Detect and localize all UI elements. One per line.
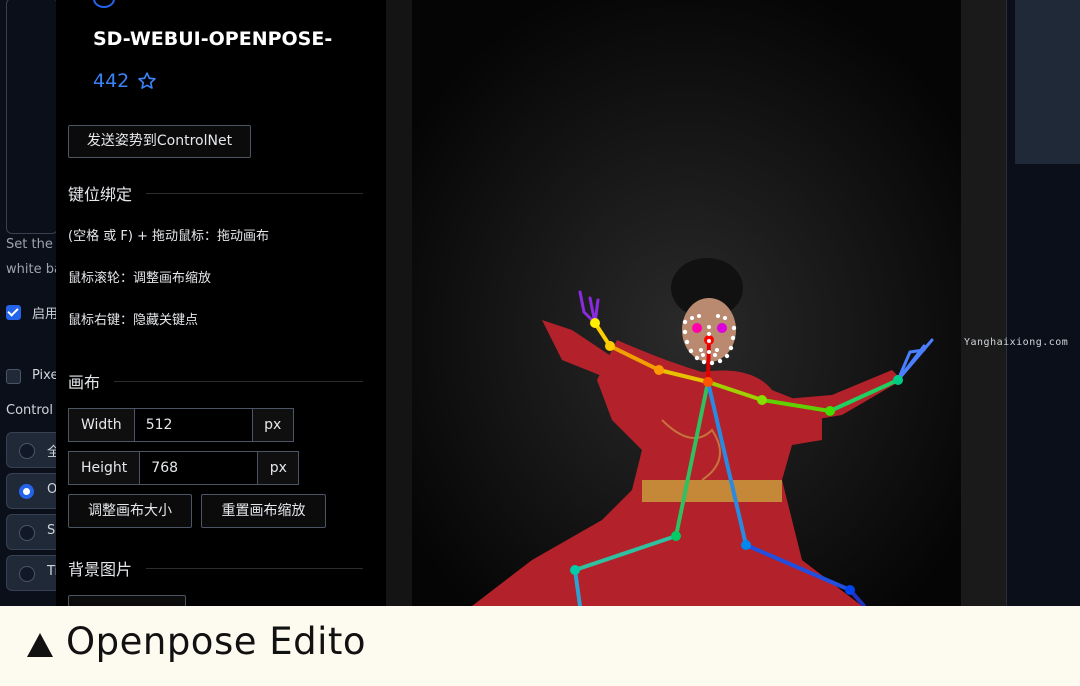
prompt-textarea[interactable] xyxy=(6,0,58,234)
keypoint-relbow xyxy=(605,341,615,351)
height-input[interactable]: 768 xyxy=(140,452,259,484)
star-icon xyxy=(138,72,157,89)
pixel-perfect-checkbox[interactable] xyxy=(6,369,21,384)
height-unit: px xyxy=(258,452,299,484)
width-label: Width xyxy=(69,409,135,441)
triangle-icon xyxy=(27,633,53,657)
width-field: Width 512 px xyxy=(68,408,294,442)
radio-dot xyxy=(19,443,35,459)
bone-neck-nose xyxy=(706,338,711,384)
keybind-section-header: 键位绑定 xyxy=(68,181,363,205)
upload-background-button[interactable] xyxy=(68,595,186,606)
caption-bar: Openpose Edito xyxy=(0,606,1080,686)
right-panel-block xyxy=(1015,0,1080,164)
enable-checkbox-label: 启用 xyxy=(32,307,59,322)
editor-sidebar: SD-WEBUI-OPENPOSE- 442 发送姿势到ControlNet 键… xyxy=(56,0,386,606)
section-divider xyxy=(146,192,363,194)
keypoint-rwrist xyxy=(590,318,600,328)
keypoint-rhip xyxy=(671,531,681,541)
canvas-section-header: 画布 xyxy=(68,369,363,393)
openpose-editor-modal: SD-WEBUI-OPENPOSE- 442 发送姿势到ControlNet 键… xyxy=(56,0,1006,606)
hint-drag-canvas: (空格 或 F) + 拖动鼠标：拖动画布 xyxy=(68,229,270,244)
panel-gutter xyxy=(386,0,412,606)
pixel-perfect-label: Pixe xyxy=(32,368,59,383)
background-panel: Set the p white ba 启用 Pixe Control 全 O S… xyxy=(0,0,65,606)
resize-canvas-button[interactable]: 调整画布大小 xyxy=(68,494,192,528)
keypoint-lshoulder xyxy=(757,395,767,405)
caption-text: Openpose Edito xyxy=(66,620,367,663)
keypoint-rknee xyxy=(570,565,580,575)
control-type-label: Control xyxy=(6,403,53,418)
control-type-radio-tile[interactable]: Ti xyxy=(6,555,61,591)
width-unit: px xyxy=(252,409,293,441)
watermark: Yanghaixiong.com xyxy=(964,337,1069,348)
enable-checkbox[interactable] xyxy=(6,305,21,320)
section-divider xyxy=(114,380,363,382)
pose-canvas[interactable] xyxy=(412,0,961,606)
radio-dot xyxy=(19,525,35,541)
hint-hide-keypoint: 鼠标右键：隐藏关键点 xyxy=(68,313,199,328)
send-to-controlnet-button[interactable]: 发送姿势到ControlNet xyxy=(68,125,251,158)
keypoint-reye xyxy=(692,323,702,333)
sash xyxy=(642,480,782,502)
keypoint-lknee xyxy=(845,585,855,595)
height-label: Height xyxy=(69,452,141,484)
keypoint-leye xyxy=(717,323,727,333)
right-background-panel xyxy=(1006,0,1080,606)
height-field: Height 768 px xyxy=(68,451,300,485)
section-title: 画布 xyxy=(68,373,101,392)
github-icon[interactable] xyxy=(93,0,115,8)
hint-zoom: 鼠标滚轮：调整画布缩放 xyxy=(68,271,212,286)
section-divider xyxy=(146,567,363,569)
control-type-radio-scribble[interactable]: Sc xyxy=(6,514,62,550)
github-stars[interactable]: 442 xyxy=(93,70,157,92)
star-count: 442 xyxy=(93,70,130,92)
webui-app: Set the p white ba 启用 Pixe Control 全 O S… xyxy=(0,0,1080,606)
keypoint-lhip xyxy=(741,540,751,550)
canvas-right-border xyxy=(961,0,1006,606)
radio-dot-selected xyxy=(19,484,34,499)
background-image-section-header: 背景图片 xyxy=(68,556,363,580)
width-input[interactable]: 512 xyxy=(134,409,253,441)
bg-note-line-2: white ba xyxy=(6,262,62,277)
control-type-radio-openpose[interactable]: O xyxy=(6,473,61,509)
editor-title: SD-WEBUI-OPENPOSE- xyxy=(93,28,333,50)
keypoint-rshoulder xyxy=(654,365,664,375)
section-title: 键位绑定 xyxy=(68,185,133,204)
keypoint-lwrist xyxy=(893,375,903,385)
reset-zoom-button[interactable]: 重置画布缩放 xyxy=(201,494,326,528)
keypoint-lelbow xyxy=(825,406,835,416)
pose-canvas-svg[interactable] xyxy=(412,0,961,606)
radio-dot xyxy=(19,566,35,582)
keypoint-neck xyxy=(703,377,713,387)
section-title: 背景图片 xyxy=(68,560,133,579)
control-type-radio-all[interactable]: 全 xyxy=(6,432,61,468)
